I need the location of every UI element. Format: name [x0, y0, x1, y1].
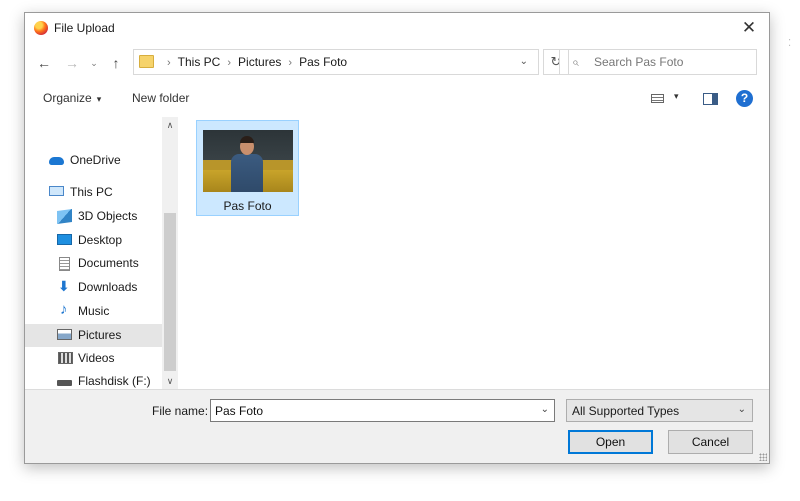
search-box[interactable]: ⌕ [559, 49, 757, 75]
navigation-pane-scrollbar[interactable]: ∧ ∨ [162, 117, 178, 389]
sidebar-item-pictures[interactable]: Pictures [25, 324, 162, 347]
sidebar-item-3d-objects[interactable]: 3D Objects [25, 205, 162, 228]
sidebar-item-documents[interactable]: Documents [25, 252, 162, 275]
sidebar-item-flashdisk[interactable]: Flashdisk (F:) [25, 370, 162, 389]
sidebar-item-this-pc[interactable]: This PC [25, 181, 162, 204]
up-arrow-icon[interactable]: ↑ [105, 52, 127, 74]
organize-label: Organize [43, 91, 92, 105]
sidebar-item-music[interactable]: ♪ Music [25, 300, 162, 323]
sidebar-item-label: This PC [70, 185, 113, 199]
title-bar: File Upload ✕ [25, 13, 769, 43]
organize-menu-button[interactable]: Organize ▾ [43, 91, 101, 105]
computer-icon [49, 186, 64, 196]
file-type-select[interactable]: All Supported Types ⌄ [566, 399, 753, 422]
address-bar[interactable]: › This PC › Pictures › Pas Foto ⌄ [133, 49, 539, 75]
breadcrumb-separator-icon: › [288, 57, 293, 69]
onedrive-icon [49, 157, 64, 165]
sidebar-item-label: Pictures [78, 328, 122, 342]
3d-objects-icon [57, 208, 72, 225]
firefox-icon [34, 21, 48, 35]
forward-arrow-icon[interactable]: → [61, 52, 83, 74]
sidebar-item-label: 3D Objects [78, 209, 138, 223]
breadcrumb-pictures[interactable]: Pictures [238, 55, 281, 69]
help-icon[interactable]: ? [736, 90, 753, 107]
window-title: File Upload [54, 21, 115, 35]
dialog-footer: File name: ⌄ All Supported Types ⌄ Open … [25, 389, 769, 463]
view-options-caret-icon[interactable]: ▾ [674, 91, 679, 102]
sidebar-item-label: Desktop [78, 233, 123, 247]
address-dropdown-chevron-icon[interactable]: ⌄ [520, 50, 528, 74]
preview-pane-icon[interactable] [703, 93, 718, 105]
download-arrow-icon: ⬇ [58, 278, 70, 294]
image-thumbnail [203, 130, 293, 192]
file-type-chevron-icon: ⌄ [737, 404, 746, 415]
folder-icon [139, 55, 154, 68]
file-item-pas-foto[interactable]: Pas Foto [196, 120, 299, 216]
new-folder-button[interactable]: New folder [132, 91, 189, 105]
search-input[interactable] [594, 53, 752, 71]
pictures-icon [57, 329, 72, 340]
sidebar-item-onedrive[interactable]: OneDrive [25, 149, 162, 172]
documents-icon [59, 257, 70, 271]
change-view-icon[interactable] [651, 94, 664, 103]
usb-drive-icon [57, 380, 72, 386]
file-name-combobox[interactable]: ⌄ [210, 399, 555, 422]
close-button[interactable]: ✕ [729, 13, 769, 43]
sidebar-item-label: OneDrive [70, 153, 121, 167]
scrollbar-thumb[interactable] [164, 213, 176, 371]
scroll-up-icon[interactable]: ∧ [162, 117, 178, 133]
sidebar-item-downloads[interactable]: ⬇ Downloads [25, 276, 162, 299]
back-arrow-icon[interactable]: ← [33, 52, 55, 74]
file-upload-dialog: File Upload ✕ ← → ⌄ ↑ › This PC › Pictures ›… [24, 12, 770, 464]
resize-grip-icon[interactable] [759, 453, 767, 461]
breadcrumb: › This PC › Pictures › Pas Foto [160, 50, 347, 74]
breadcrumb-pas-foto[interactable]: Pas Foto [299, 55, 347, 69]
background-ellipsis-icon: ⁚ [788, 38, 792, 49]
organize-caret-icon: ▾ [96, 94, 102, 104]
music-note-icon: ♪ [60, 301, 68, 318]
breadcrumb-this-pc[interactable]: This PC [178, 55, 221, 69]
videos-icon [58, 352, 73, 364]
sidebar-item-desktop[interactable]: Desktop [25, 229, 162, 252]
file-item-label: Pas Foto [223, 199, 272, 213]
recent-locations-chevron-icon[interactable]: ⌄ [87, 52, 101, 74]
file-name-chevron-icon[interactable]: ⌄ [541, 404, 549, 415]
sidebar-item-label: Music [78, 304, 110, 318]
sidebar-item-label: Downloads [78, 280, 138, 294]
desktop-icon [57, 234, 72, 245]
sidebar-item-label: Flashdisk (F:) [78, 374, 151, 388]
navigation-bar: ← → ⌄ ↑ › This PC › Pictures › Pas Foto ⌄ ↻ ⌕ [25, 46, 769, 80]
breadcrumb-separator-icon: › [227, 57, 232, 69]
file-type-value: All Supported Types [572, 404, 680, 418]
breadcrumb-separator-icon: › [167, 57, 171, 69]
sidebar-item-label: Documents [78, 256, 139, 270]
file-name-input[interactable] [215, 402, 525, 419]
file-name-label: File name: [152, 404, 209, 418]
scroll-down-icon[interactable]: ∨ [162, 373, 178, 389]
search-icon: ⌕ [572, 55, 579, 69]
open-button[interactable]: Open [568, 430, 653, 454]
navigation-pane: OneDrive This PC 3D Objects Desktop Docu… [25, 117, 178, 389]
cancel-button[interactable]: Cancel [668, 430, 753, 454]
sidebar-item-videos[interactable]: Videos [25, 347, 162, 370]
command-toolbar: Organize ▾ New folder ▾ ? [25, 85, 769, 113]
sidebar-item-label: Videos [78, 351, 115, 365]
file-list-area[interactable]: Pas Foto [180, 117, 769, 389]
